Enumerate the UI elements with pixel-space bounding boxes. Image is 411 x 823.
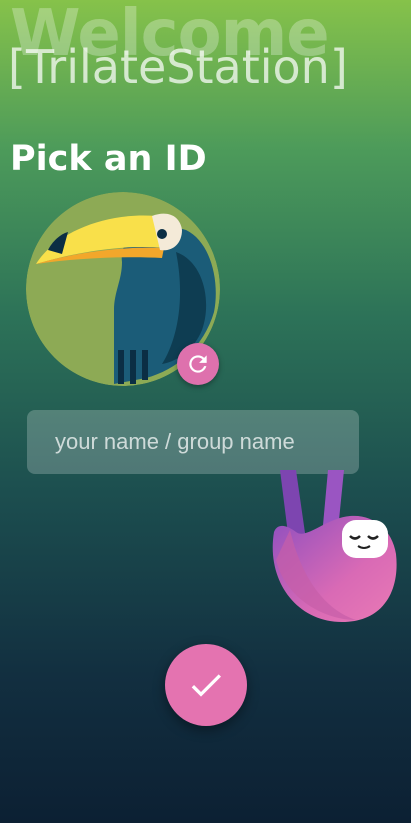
refresh-icon [189,355,207,373]
app-name: [TrilateStation] [8,40,348,94]
name-input[interactable] [27,410,359,474]
sloth-mascot [266,470,400,625]
refresh-avatar-button[interactable] [177,343,219,385]
page-title: Pick an ID [10,139,207,179]
confirm-button[interactable] [165,644,247,726]
checkmark-icon [191,674,221,697]
sloth-icon [272,470,397,622]
